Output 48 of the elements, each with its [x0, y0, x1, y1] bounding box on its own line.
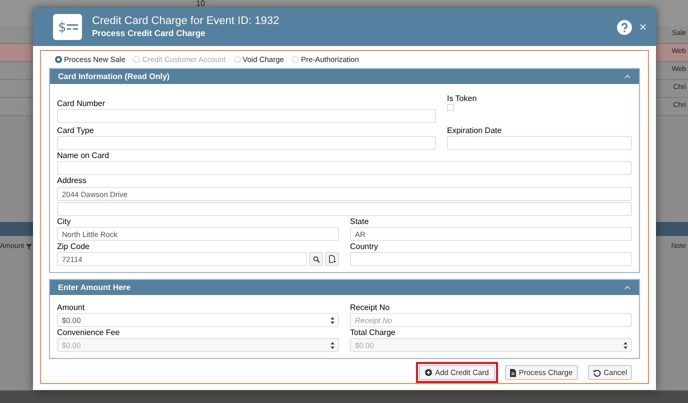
field-label: Total Charge — [350, 328, 396, 337]
spinner-icon[interactable] — [623, 340, 628, 350]
field-label: Card Number — [57, 99, 106, 108]
panel-header[interactable]: Card Information (Read Only) — [50, 69, 639, 84]
checkbox[interactable] — [447, 104, 454, 111]
radio-icon — [133, 56, 140, 63]
input-field[interactable] — [447, 136, 632, 150]
spinner-icon[interactable] — [330, 316, 335, 324]
input-field[interactable] — [57, 161, 632, 175]
field-label: Zip Code — [57, 242, 90, 251]
field-label: Address — [57, 176, 88, 185]
chevron-up-icon[interactable] — [624, 285, 631, 290]
input-field[interactable] — [57, 109, 436, 123]
help-icon[interactable] — [617, 20, 632, 34]
field-label: Card Type — [57, 126, 95, 135]
backdrop-text: 10 — [196, 0, 206, 8]
search-button[interactable] — [309, 252, 323, 266]
input-field[interactable] — [350, 252, 632, 266]
field-label: Expiration Date — [447, 126, 503, 135]
field-label: Receipt No — [350, 303, 391, 312]
chevron-up-icon[interactable] — [624, 74, 631, 79]
new-document-button[interactable] — [325, 252, 339, 266]
field-label: City — [57, 217, 72, 226]
panel-header[interactable]: Enter Amount Here — [50, 280, 639, 295]
field-label: Name on Card — [57, 151, 110, 160]
panel-title: Card Information (Read Only) — [58, 70, 170, 82]
field-label: State — [350, 217, 370, 226]
field-label: Is Token — [447, 94, 478, 103]
radio-icon — [234, 56, 241, 63]
search-icon — [312, 256, 320, 262]
field-label: Amount — [57, 303, 86, 312]
radio-icon — [292, 56, 299, 63]
close-icon[interactable] — [640, 24, 646, 30]
panel-title: Enter Amount Here — [58, 282, 131, 294]
dialog-subtitle: Process Credit Card Charge — [92, 28, 206, 39]
filter-icon[interactable] — [26, 244, 32, 250]
undo-icon — [592, 368, 601, 376]
radio-icon — [55, 56, 62, 63]
plus-circle-icon — [425, 369, 432, 376]
field-label: Convenience Fee — [57, 328, 121, 337]
file-plus-icon — [328, 255, 336, 263]
input-field[interactable] — [57, 136, 436, 150]
dialog-title: Credit Card Charge for Event ID: 1932 — [92, 15, 280, 28]
field-label: Country — [350, 242, 380, 251]
input-field[interactable] — [57, 202, 632, 216]
credit-card-icon: $ — [53, 14, 82, 40]
document-icon — [510, 368, 516, 376]
spinner-icon[interactable] — [330, 340, 335, 350]
